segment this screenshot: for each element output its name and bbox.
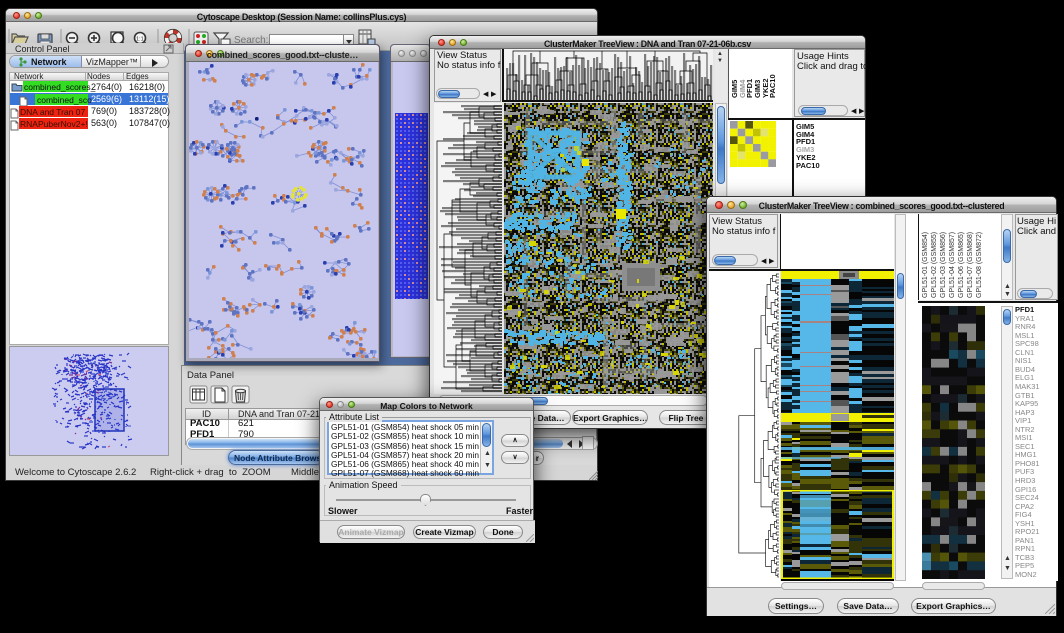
svg-text:1:1: 1:1	[136, 37, 144, 43]
